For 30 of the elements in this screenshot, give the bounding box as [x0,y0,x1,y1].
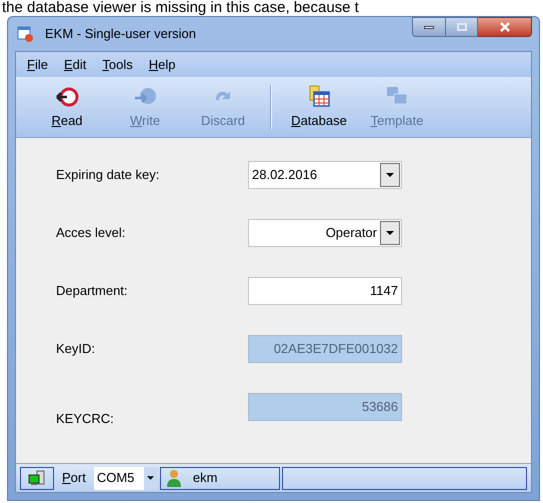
caret-icon [386,173,394,177]
close-button[interactable] [478,17,532,37]
field-label: Expiring date key: [56,166,160,184]
dropdown[interactable]: 28.02.2016 [248,161,402,189]
minimize-button[interactable] [412,17,446,37]
toolbar-button[interactable]: Database [280,80,358,134]
menu-item[interactable]: Tools [102,54,133,74]
caret-icon [147,476,154,480]
field-label: KEYCRC: [56,410,115,428]
dropdown[interactable]: Operator [248,219,402,247]
menu-item[interactable]: Edit [64,54,86,74]
app-icon [17,26,33,42]
user-name: ekm [192,469,218,488]
field-label: KeyID: [56,340,96,358]
computer-icon [28,470,46,486]
field-label: Acces level: [56,224,126,242]
field-label: Department: [56,282,129,300]
document-text: the database viewer is missing in this case, because t [2,0,359,15]
port-dropdown[interactable]: COM5 [94,466,158,490]
caret-icon [386,231,394,235]
window-title: EKM - Single-user version [45,25,196,44]
table-icon [307,84,331,108]
menu-item[interactable]: Help [148,54,176,74]
menu-item[interactable]: File [27,54,48,74]
close-icon [500,22,510,32]
maximize-button[interactable] [446,17,478,37]
port-label: Port [62,469,86,488]
input-field[interactable]: 1147 [248,277,402,305]
toolbar-button[interactable]: Read [28,80,106,134]
user-icon [164,469,183,487]
